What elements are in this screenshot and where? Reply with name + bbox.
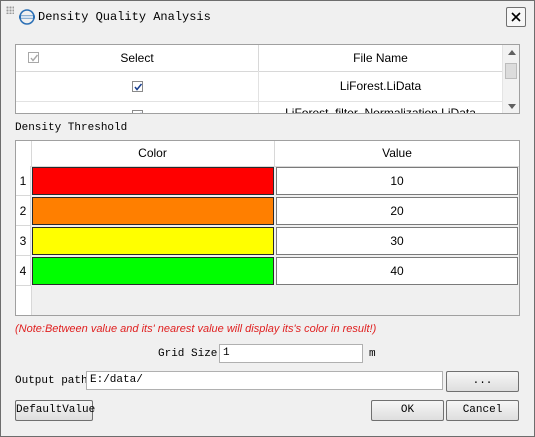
check-icon	[134, 83, 143, 91]
scroll-down-icon[interactable]	[503, 99, 519, 113]
browse-button[interactable]: ...	[446, 371, 519, 392]
color-swatch[interactable]	[32, 167, 274, 195]
row-select-cell	[16, 102, 259, 113]
check-icon	[30, 54, 39, 62]
output-path-label: Output path:	[15, 375, 95, 387]
color-column-header[interactable]: Color	[31, 141, 275, 166]
file-table-scrollbar[interactable]	[502, 45, 519, 113]
select-column-header[interactable]: Select	[16, 45, 259, 71]
close-button[interactable]	[506, 7, 526, 27]
threshold-row: 4 40	[16, 256, 519, 286]
value-cell[interactable]: 10	[276, 167, 518, 195]
threshold-row: 3 30	[16, 226, 519, 256]
table-row[interactable]: LiForest.LiData	[16, 71, 502, 102]
threshold-table-header: Color Value	[16, 141, 519, 167]
scroll-thumb[interactable]	[505, 63, 517, 79]
check-icon	[140, 112, 142, 113]
value-cell[interactable]: 40	[276, 257, 518, 285]
table-row[interactable]: LiForest_filter_Normalization.LiData	[16, 102, 502, 114]
row-number: 3	[16, 226, 31, 256]
select-header-label: Select	[120, 51, 154, 65]
dialog-title: Density Quality Analysis	[38, 10, 211, 24]
title-bar: Density Quality Analysis	[0, 0, 535, 34]
scroll-up-icon[interactable]	[503, 45, 519, 59]
row-number: 4	[16, 256, 31, 286]
file-table: Select File Name LiForest.LiData LiFores…	[15, 44, 520, 114]
note-text: (Note:Between value and its' nearest val…	[15, 323, 377, 335]
cancel-button[interactable]: Cancel	[446, 400, 519, 421]
grid-size-label: Grid Size	[158, 348, 218, 360]
output-path-input[interactable]: E:/data/	[86, 371, 443, 390]
row-checkbox[interactable]	[132, 81, 143, 92]
value-column-header[interactable]: Value	[275, 141, 519, 166]
grip-icon	[6, 6, 14, 14]
value-cell[interactable]: 20	[276, 197, 518, 225]
header-corner	[16, 141, 32, 166]
threshold-row: 2 20	[16, 196, 519, 226]
density-threshold-label: Density Threshold	[15, 122, 128, 134]
row-select-cell	[16, 71, 259, 101]
grid-size-input[interactable]: 1	[219, 344, 363, 363]
app-logo-icon	[18, 9, 36, 25]
file-name-cell: LiForest_filter_Normalization.LiData	[285, 106, 476, 114]
file-table-header: Select File Name	[16, 45, 502, 72]
default-value-button[interactable]: DefaultValue	[15, 400, 95, 421]
select-all-checkbox[interactable]	[28, 52, 39, 63]
density-threshold-table: Color Value 1 10 2 20 3 30 4 40	[15, 140, 520, 316]
color-swatch[interactable]	[32, 257, 274, 285]
file-name-column-header[interactable]: File Name	[259, 45, 502, 71]
row-header-filler	[16, 286, 32, 315]
row-number: 1	[16, 166, 31, 196]
color-swatch[interactable]	[32, 227, 274, 255]
ok-button[interactable]: OK	[371, 400, 444, 421]
color-swatch[interactable]	[32, 197, 274, 225]
file-name-cell: LiForest.LiData	[339, 79, 422, 93]
value-cell[interactable]: 30	[276, 227, 518, 255]
row-number: 2	[16, 196, 31, 226]
grid-size-unit: m	[369, 348, 376, 360]
close-icon	[511, 12, 521, 22]
threshold-row: 1 10	[16, 166, 519, 196]
row-checkbox[interactable]	[132, 110, 143, 113]
